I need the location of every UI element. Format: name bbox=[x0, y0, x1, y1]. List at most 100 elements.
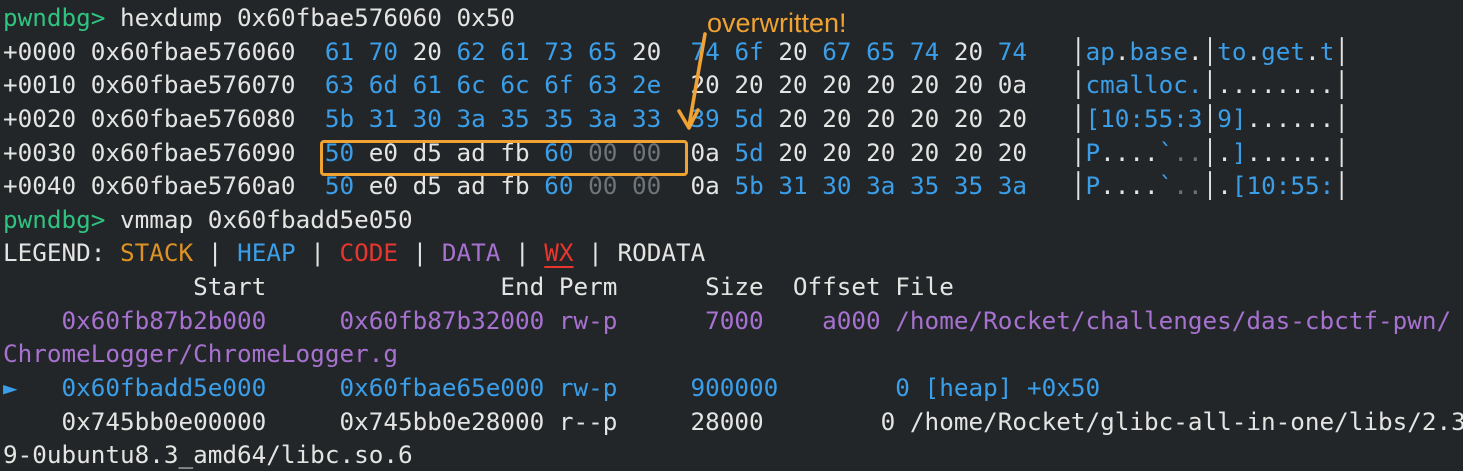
vmmap-row-libc: 0x745bb0e00000 0x745bb0e28000 r--p 28000… bbox=[3, 405, 1463, 439]
terminal-text-segment: to bbox=[1217, 36, 1247, 66]
terminal-text-segment: 63 6d 61 6c 6c 6f 63 2e bbox=[324, 70, 662, 100]
terminal-text-segment: │ bbox=[1334, 137, 1349, 167]
hexdump-row-0030: +0030 0x60fbae576090 50 e0 d5 ad fb 60 0… bbox=[3, 136, 1463, 170]
terminal-text-segment: 50 bbox=[324, 171, 369, 201]
terminal-text-segment: 39 5d bbox=[690, 103, 779, 133]
legend-line: LEGEND: STACK | HEAP | CODE | DATA | WX … bbox=[3, 236, 1463, 270]
terminal-text-segment: 61 70 bbox=[324, 36, 413, 66]
terminal-text-segment: 20 bbox=[632, 36, 691, 66]
terminal-text-segment: . bbox=[1114, 36, 1130, 66]
terminal-text-segment: LEGEND: bbox=[3, 238, 121, 268]
terminal-text-segment: 0x745bb0e00000 0x745bb0e28000 r--p 28000… bbox=[3, 406, 1463, 436]
terminal-text-segment: Start End Perm Size Offset File bbox=[3, 272, 954, 301]
terminal-text-segment: 20 bbox=[412, 36, 457, 66]
terminal-text-segment: | bbox=[193, 238, 238, 268]
terminal-text-segment: hexdump 0x60fbae576060 0x50 bbox=[120, 3, 515, 32]
terminal-text-segment: │ bbox=[1334, 70, 1349, 100]
terminal-text-segment: . bbox=[1217, 171, 1232, 201]
terminal-text-segment: 60 bbox=[544, 137, 589, 167]
terminal-text-segment: │ bbox=[1334, 103, 1349, 133]
terminal-text-segment: ChromeLogger/ChromeLogger.g bbox=[3, 339, 398, 369]
terminal-text-segment: 62 61 73 65 bbox=[456, 36, 633, 66]
hexdump-row-0040: +0040 0x60fbae5760a0 50 e0 d5 ad fb 60 0… bbox=[3, 169, 1463, 203]
terminal-text-segment: DATA bbox=[441, 238, 501, 268]
terminal[interactable]: pwndbg> hexdump 0x60fbae576060 0x50 +0000… bbox=[0, 0, 1463, 471]
terminal-text-segment: [10:55:3 bbox=[1085, 103, 1203, 133]
vmmap-row-chromelogger-wrap: ChromeLogger/ChromeLogger.g bbox=[3, 337, 1463, 371]
terminal-text-segment: 0a bbox=[661, 171, 735, 201]
terminal-text-segment: │ bbox=[1334, 36, 1349, 66]
terminal-text-segment: HEAP bbox=[237, 238, 296, 268]
terminal-text-segment: 74 bbox=[997, 36, 1028, 66]
terminal-text-segment: │ bbox=[1202, 70, 1218, 100]
terminal-text-segment: cmalloc. bbox=[1085, 70, 1203, 100]
terminal-text-segment: ...... bbox=[1246, 137, 1335, 167]
terminal-text-segment: +0000 0x60fbae576060 bbox=[3, 36, 325, 66]
terminal-text-segment: P bbox=[1085, 171, 1101, 201]
terminal-text-segment: e0 d5 ad fb bbox=[368, 137, 545, 167]
terminal-text-segment: │ bbox=[1334, 171, 1349, 201]
terminal-text-segment: WX bbox=[544, 238, 574, 268]
terminal-text-segment: │ bbox=[1202, 36, 1218, 66]
terminal-text-segment: ► 0x60fbadd5e000 0x60fbae65e000 rw-p 900… bbox=[3, 372, 1101, 402]
terminal-text-segment: 20 bbox=[953, 36, 998, 66]
terminal-text-segment: 9] bbox=[1217, 103, 1247, 133]
terminal-text-segment: | bbox=[295, 238, 340, 268]
terminal-text-segment: 60 bbox=[544, 171, 589, 201]
terminal-text-segment: │ bbox=[1026, 70, 1086, 100]
terminal-text-segment: │ bbox=[1202, 137, 1218, 167]
terminal-text-segment: 20 bbox=[778, 36, 823, 66]
terminal-text-segment: | bbox=[397, 238, 442, 268]
terminal-text-segment: 00 00 bbox=[588, 171, 662, 201]
terminal-text-segment: ap bbox=[1085, 36, 1115, 66]
terminal-text-segment: 20 20 20 20 20 20 20 0a bbox=[661, 70, 1027, 100]
terminal-text-segment: +0040 0x60fbae5760a0 bbox=[3, 171, 325, 201]
terminal-text-segment: 9-0ubuntu8.3_amd64/libc.so.6 bbox=[3, 440, 413, 470]
terminal-text-segment: 5b 31 30 3a 35 35 3a bbox=[734, 171, 1027, 201]
terminal-text-segment: 5d bbox=[734, 137, 779, 167]
terminal-text-segment: pwndbg> bbox=[3, 204, 121, 234]
terminal-text-segment: │ bbox=[1027, 36, 1086, 66]
terminal-text-segment: P bbox=[1085, 137, 1101, 167]
terminal-text-segment: 74 6f bbox=[690, 36, 779, 66]
terminal-text-segment: .... bbox=[1100, 171, 1159, 201]
terminal-text-segment: ...... bbox=[1246, 103, 1335, 133]
terminal-text-segment: +0030 0x60fbae576090 bbox=[3, 137, 325, 167]
terminal-text-segment: vmmap 0x60fbadd5e050 bbox=[120, 204, 413, 234]
terminal-text-segment: base bbox=[1129, 36, 1188, 66]
terminal-text-segment: [10:55: bbox=[1231, 171, 1335, 201]
terminal-text-segment: +0020 0x60fbae576080 bbox=[3, 103, 325, 133]
terminal-text-segment: | bbox=[500, 238, 545, 268]
terminal-text-segment: 67 65 74 bbox=[822, 36, 954, 66]
terminal-text-segment: ........ bbox=[1217, 70, 1335, 100]
terminal-text-segment: .. bbox=[1173, 137, 1203, 167]
terminal-text-segment: ` bbox=[1158, 171, 1174, 201]
terminal-text-segment: +0010 0x60fbae576070 bbox=[3, 70, 325, 100]
vmmap-row-libc-wrap: 9-0ubuntu8.3_amd64/libc.so.6 bbox=[3, 438, 1463, 471]
terminal-text-segment: 50 bbox=[324, 137, 369, 167]
terminal-text-segment: RODATA bbox=[617, 238, 706, 268]
terminal-text-segment: 5b 31 30 3a 35 35 3a 33 bbox=[324, 103, 662, 133]
vmmap-header-line: Start End Perm Size Offset File bbox=[3, 270, 1463, 304]
terminal-text-segment: .. bbox=[1173, 171, 1203, 201]
terminal-window: pwndbg> hexdump 0x60fbae576060 0x50 +0000… bbox=[0, 0, 1463, 471]
terminal-text-segment: CODE bbox=[339, 238, 398, 268]
terminal-text-segment: . bbox=[1217, 137, 1232, 167]
terminal-text-segment: .... bbox=[1100, 137, 1159, 167]
terminal-text-segment: 20 20 20 20 20 20 bbox=[778, 103, 1028, 133]
terminal-text-segment: . bbox=[1305, 36, 1320, 66]
terminal-text-segment: │ bbox=[1027, 137, 1086, 167]
terminal-text-segment: 0a bbox=[661, 137, 735, 167]
terminal-text-segment: t bbox=[1319, 36, 1335, 66]
terminal-text-segment: 00 00 bbox=[588, 137, 662, 167]
terminal-text-segment: 20 20 20 20 20 20 bbox=[778, 137, 1028, 167]
terminal-text-segment: | bbox=[573, 238, 618, 268]
terminal-text-segment: . bbox=[1187, 36, 1203, 66]
hexdump-row-0010: +0010 0x60fbae576070 63 6d 61 6c 6c 6f 6… bbox=[3, 68, 1463, 102]
vmmap-row-chromelogger: 0x60fb87b2b000 0x60fb87b32000 rw-p 7000 … bbox=[3, 304, 1463, 338]
terminal-text-segment: STACK bbox=[120, 238, 194, 268]
terminal-text-segment: ] bbox=[1231, 137, 1247, 167]
hexdump-row-0020: +0020 0x60fbae576080 5b 31 30 3a 35 35 3… bbox=[3, 102, 1463, 136]
terminal-text-segment: 0x60fb87b2b000 0x60fb87b32000 rw-p 7000 … bbox=[3, 305, 1452, 335]
